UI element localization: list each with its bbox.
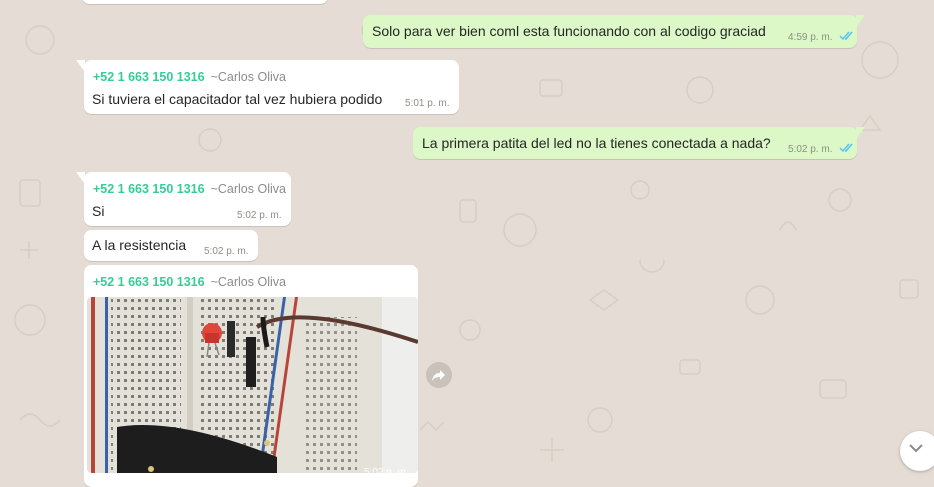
message-text: Solo para ver bien coml esta funcionando…: [372, 23, 766, 39]
incoming-message[interactable]: A la resistencia 5:02 p. m.: [84, 230, 258, 261]
sender-alias: ~Carlos Oliva: [210, 182, 286, 196]
incoming-message[interactable]: +52 1 663 150 1316 ~Carlos Oliva Si 5:02 …: [76, 172, 291, 226]
message-bubble-cropped: [82, 0, 328, 4]
forward-button[interactable]: [426, 362, 452, 388]
bubble-tail: [76, 60, 85, 72]
message-time: 5:01 p. m.: [405, 98, 450, 109]
message-time: 5:02 p. m.: [788, 144, 833, 155]
outgoing-message[interactable]: Solo para ver bien coml esta funcionando…: [363, 15, 865, 48]
double-check-icon: [839, 31, 853, 41]
sender-alias: ~Carlos Oliva: [210, 70, 286, 84]
breadboard-image: [87, 297, 418, 473]
outgoing-message[interactable]: La primera patita del led no la tienes c…: [413, 127, 865, 159]
message-text: Si tuviera el capacitador tal vez hubier…: [92, 91, 383, 107]
bubble-tail: [856, 15, 865, 27]
message-text: Si: [92, 203, 105, 219]
message-time: 4:59 p. m.: [788, 32, 833, 43]
message-text: La primera patita del led no la tienes c…: [422, 135, 771, 151]
sender-alias: ~Carlos Oliva: [210, 275, 286, 289]
bubble-tail: [856, 127, 865, 139]
sender-phone[interactable]: +52 1 663 150 1316: [93, 275, 205, 289]
breadboard-photo[interactable]: [87, 297, 418, 473]
message-time: 5:02 p. m.: [204, 246, 249, 257]
scroll-to-bottom-button[interactable]: [900, 431, 934, 471]
incoming-message[interactable]: +52 1 663 150 1316 ~Carlos Oliva Si tuvie…: [76, 60, 459, 114]
sender-line: +52 1 663 150 1316 ~Carlos Oliva: [93, 70, 286, 84]
double-check-icon: [839, 143, 853, 153]
bubble-tail: [76, 172, 85, 184]
sender-phone[interactable]: +52 1 663 150 1316: [93, 70, 205, 84]
sender-phone[interactable]: +52 1 663 150 1316: [93, 182, 205, 196]
forward-icon: [432, 370, 445, 381]
message-text: A la resistencia: [92, 237, 187, 253]
sender-line: +52 1 663 150 1316 ~Carlos Oliva: [93, 275, 286, 289]
sender-line: +52 1 663 150 1316 ~Carlos Oliva: [93, 182, 286, 196]
message-time: 5:02 p. m.: [237, 210, 282, 221]
incoming-image-message[interactable]: +52 1 663 150 1316 ~Carlos Oliva 5:02 p.…: [84, 265, 418, 487]
chevron-down-icon: [909, 444, 923, 453]
